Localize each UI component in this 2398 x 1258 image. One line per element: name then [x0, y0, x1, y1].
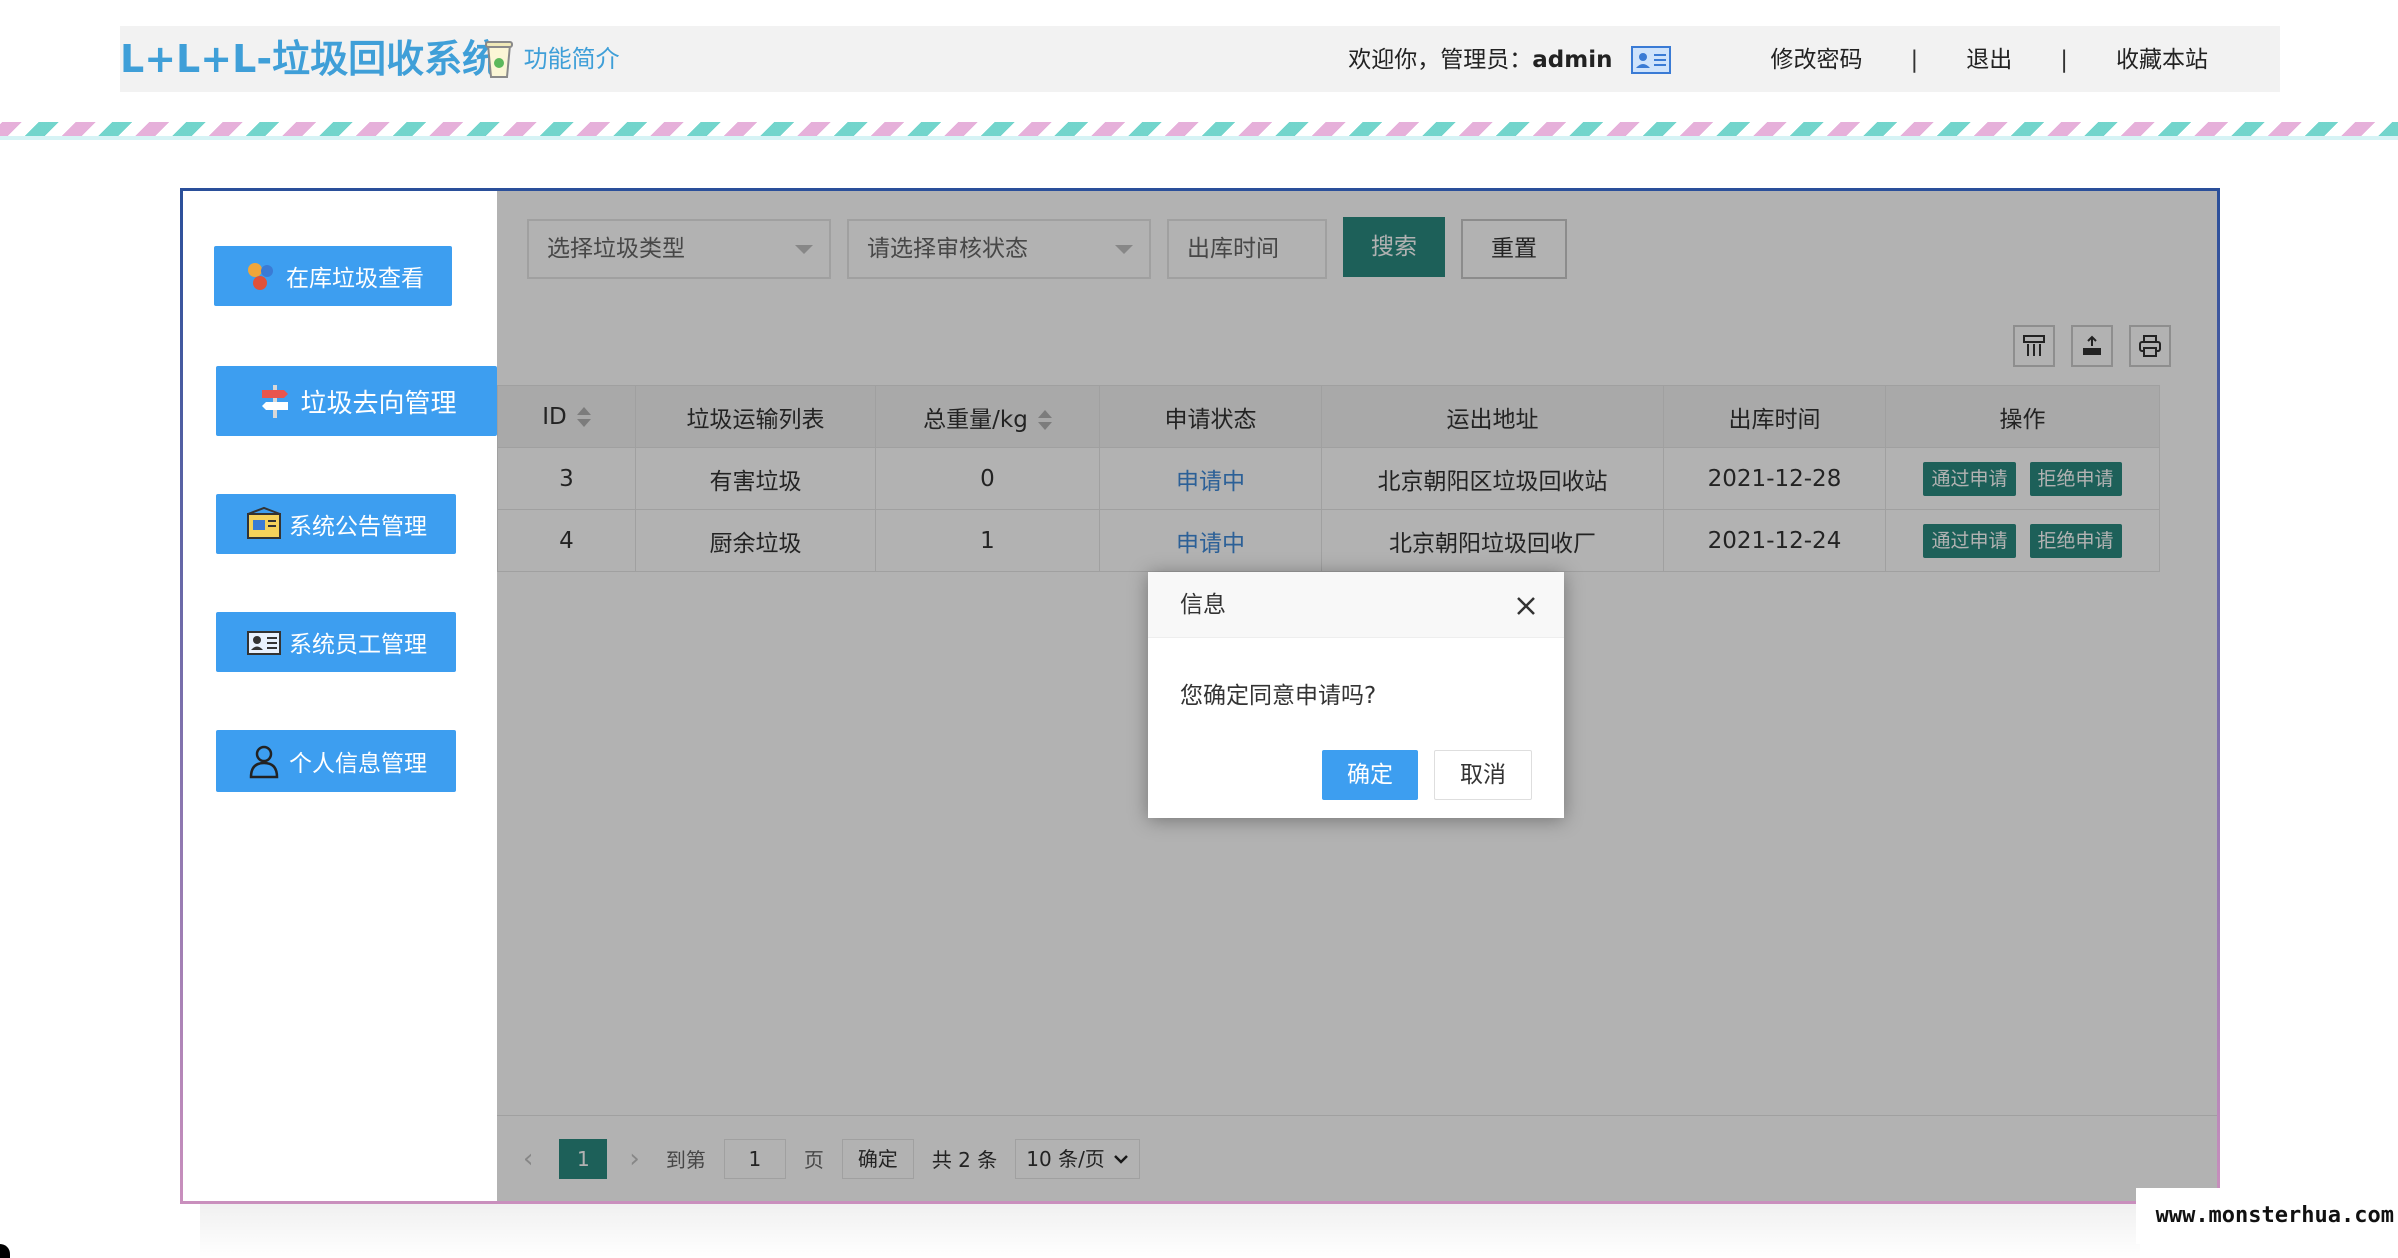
recycle-icon [248, 263, 273, 290]
trash-cup-icon [485, 41, 513, 78]
intro-label: 功能简介 [523, 45, 620, 73]
bookmark-link[interactable]: 收藏本站 [2116, 40, 2208, 80]
signpost-icon [262, 385, 289, 418]
sidebar: 在库垃圾查看 垃圾去向管理 系统公告管理 系统员工管理 个人信息管理 [183, 191, 497, 1201]
id-card-icon [247, 631, 281, 655]
watermark: www.monsterhua.com [2136, 1188, 2398, 1244]
site-logo[interactable]: L+L+L-垃圾回收系统 [120, 36, 500, 82]
id-card-icon [1630, 46, 1671, 74]
sidebar-item-label: 系统员工管理 [289, 632, 427, 658]
separator: | [2060, 47, 2068, 73]
sidebar-item-profile[interactable]: 个人信息管理 [216, 730, 456, 792]
top-header: L+L+L-垃圾回收系统 功能简介 欢迎你，管理员：admin 修改密码 | 退… [120, 26, 2280, 92]
sidebar-item-staff[interactable]: 系统员工管理 [216, 612, 456, 672]
decorative-stripe [0, 122, 2398, 136]
confirm-dialog: 信息 您确定同意申请吗? 确定 取消 [1148, 572, 1564, 818]
dialog-title: 信息 [1180, 592, 1226, 618]
sidebar-item-label: 系统公告管理 [289, 514, 427, 540]
dialog-confirm-button[interactable]: 确定 [1322, 750, 1418, 800]
logout-link[interactable]: 退出 [1966, 40, 2012, 80]
header-user-area: 欢迎你，管理员：admin 修改密码 | 退出 | 收藏本站 [1348, 40, 2208, 80]
notice-board-icon [247, 506, 281, 539]
dialog-header: 信息 [1148, 572, 1564, 638]
separator: | [1910, 47, 1919, 73]
username: admin [1532, 47, 1613, 73]
close-icon[interactable] [1514, 594, 1538, 618]
sidebar-item-label: 在库垃圾查看 [286, 266, 424, 292]
dialog-message: 您确定同意申请吗? [1180, 683, 1377, 709]
intro-link[interactable]: 功能简介 [482, 38, 620, 80]
corner-mark [0, 1244, 10, 1258]
sidebar-item-label: 垃圾去向管理 [300, 388, 457, 419]
sidebar-item-inventory[interactable]: 在库垃圾查看 [214, 246, 452, 306]
sidebar-item-label: 个人信息管理 [289, 751, 427, 777]
frame-shadow [200, 1204, 2140, 1258]
welcome-text: 欢迎你，管理员：admin [1348, 47, 1613, 73]
user-icon [249, 745, 279, 779]
sidebar-item-notice[interactable]: 系统公告管理 [216, 494, 456, 554]
change-password-link[interactable]: 修改密码 [1771, 40, 1863, 80]
sidebar-item-destination[interactable]: 垃圾去向管理 [216, 366, 497, 436]
dialog-cancel-button[interactable]: 取消 [1434, 750, 1532, 800]
decorative-stripe-shadow [0, 136, 2398, 140]
